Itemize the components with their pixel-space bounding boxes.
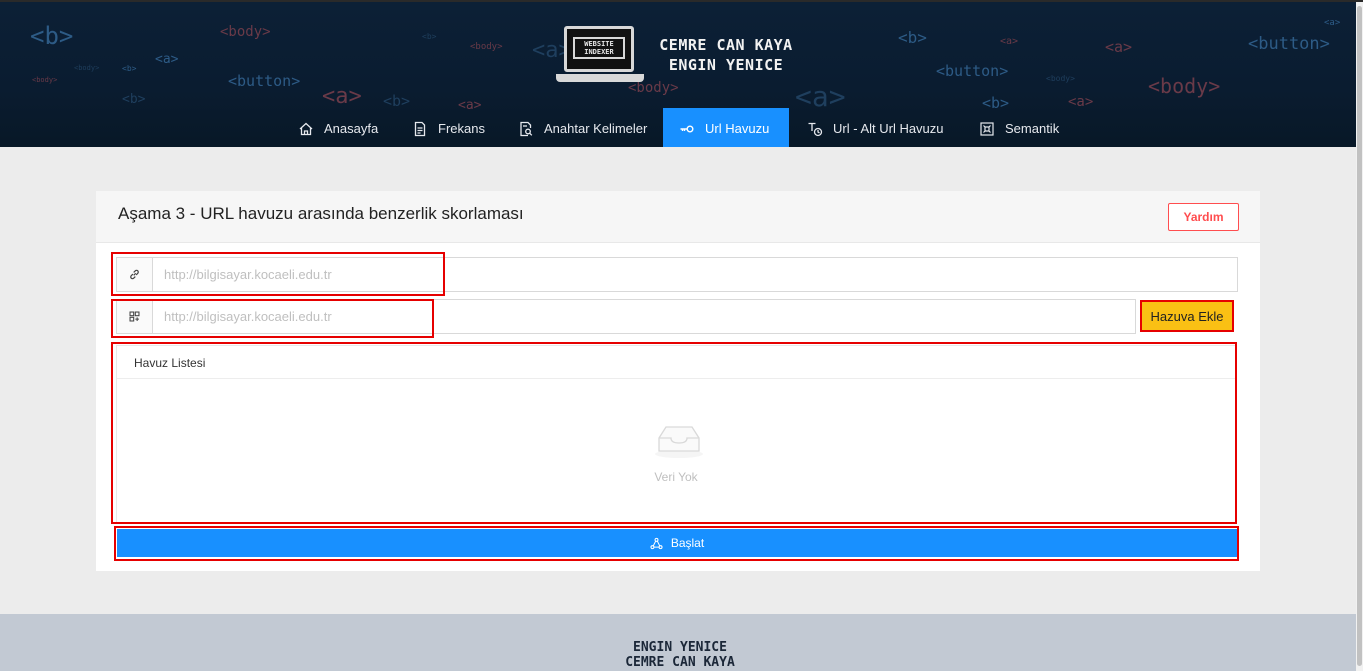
bg-tag-b: <b> <box>30 22 74 50</box>
link-icon <box>130 269 139 280</box>
nav-label: Anahtar Kelimeler <box>544 121 648 136</box>
home-icon <box>299 122 313 135</box>
nav-label: Url Havuzu <box>705 121 770 136</box>
bg-tag-a: <a> <box>1105 38 1133 56</box>
bg-tag-b: <b> <box>122 64 137 73</box>
url-input-group <box>116 257 1238 292</box>
nav-item-frekans[interactable]: Frekans <box>396 108 501 147</box>
bg-tag-body: <body> <box>470 42 503 52</box>
bg-tag-b: <b> <box>898 28 927 47</box>
bg-tag-button: <button> <box>1248 34 1330 54</box>
page-title: Aşama 3 - URL havuzu arasında benzerlik … <box>118 204 524 223</box>
add-to-pool-button[interactable]: Hazuva Ekle <box>1140 300 1234 332</box>
empty-state-text: Veri Yok <box>654 470 698 484</box>
url-pool-card: Aşama 3 - URL havuzu arasında benzerlik … <box>96 191 1260 571</box>
bg-tag-button: <button> <box>936 62 1009 80</box>
pool-input-group <box>116 299 1136 334</box>
scrollbar-thumb[interactable] <box>1357 6 1362 666</box>
command-icon <box>980 121 994 136</box>
bg-tag-b: <b> <box>122 92 146 107</box>
footer-name-2: CEMRE CAN KAYA <box>625 655 735 670</box>
page-scrollbar[interactable] <box>1356 2 1363 671</box>
translate-icon <box>808 122 823 136</box>
bg-tag-body: <body> <box>32 76 58 84</box>
nav-item-url-havuzu[interactable]: Url Havuzu <box>663 108 789 147</box>
nav-item-anahtar-kelimeler[interactable]: Anahtar Kelimeler <box>502 108 663 147</box>
start-button[interactable]: Başlat <box>117 529 1237 557</box>
nav-item-url-alt-url-havuzu[interactable]: Url - Alt Url Havuzu <box>791 108 960 147</box>
nav-label: Url - Alt Url Havuzu <box>833 121 944 136</box>
logo-laptop-base <box>556 74 644 82</box>
bg-tag-body: <body> <box>1148 74 1221 98</box>
logo-line: WEBSITE <box>584 40 614 48</box>
main-nav: Anasayfa Frekans Anahtar Kelimeler Url H… <box>0 108 1363 147</box>
url-input-addon <box>117 258 153 291</box>
bg-tag-a: <a> <box>1324 18 1341 28</box>
author-names: CEMRE CAN KAYA ENGIN YENICE <box>646 35 806 75</box>
bg-tag-body: <body> <box>74 64 100 72</box>
website-indexer-logo[interactable]: WEBSITE INDEXER <box>556 24 646 84</box>
bg-tag-body: <body> <box>1046 74 1075 83</box>
logo-screen: WEBSITE INDEXER <box>564 26 634 72</box>
start-button-label: Başlat <box>670 536 705 550</box>
site-header: <b> <body> <a> <button> <b> <body> <a> <… <box>0 0 1363 147</box>
pool-url-input[interactable] <box>154 300 1135 333</box>
logo-text: WEBSITE INDEXER <box>573 37 625 59</box>
key-icon <box>680 124 694 132</box>
site-footer: ENGIN YENICE CEMRE CAN KAYA <box>0 614 1363 671</box>
bg-tag-a: <a> <box>322 84 362 109</box>
pool-list-header: Havuz Listesi <box>117 346 1235 379</box>
nav-item-anasayfa[interactable]: Anasayfa <box>282 108 394 147</box>
pool-input-addon <box>117 300 153 333</box>
footer-author-names: ENGIN YENICE CEMRE CAN KAYA <box>580 640 780 670</box>
author-name-1: CEMRE CAN KAYA <box>659 36 793 54</box>
footer-name-1: ENGIN YENICE <box>633 640 727 655</box>
help-button[interactable]: Yardım <box>1168 203 1239 231</box>
nav-label: Anasayfa <box>324 121 379 136</box>
url-input[interactable] <box>154 258 1237 291</box>
card-header: Aşama 3 - URL havuzu arasında benzerlik … <box>96 191 1260 243</box>
bg-tag-b: <b> <box>422 32 437 41</box>
file-search-icon <box>520 121 533 136</box>
pool-list: Havuz Listesi Veri Yok <box>116 345 1236 523</box>
appstore-add-icon <box>129 311 140 322</box>
bg-tag-body: <body> <box>220 24 271 40</box>
nav-label: Frekans <box>438 121 485 136</box>
bg-tag-a: <a> <box>1000 36 1019 47</box>
file-icon <box>414 121 426 136</box>
author-name-2: ENGIN YENICE <box>668 56 784 74</box>
bg-tag-button: <button> <box>228 72 301 90</box>
inbox-icon <box>655 426 703 458</box>
bg-tag-a: <a> <box>155 52 179 67</box>
deployment-icon <box>650 537 663 549</box>
logo-line: INDEXER <box>584 48 614 56</box>
nav-label: Semantik <box>1005 121 1060 136</box>
nav-item-semantik[interactable]: Semantik <box>963 108 1075 147</box>
